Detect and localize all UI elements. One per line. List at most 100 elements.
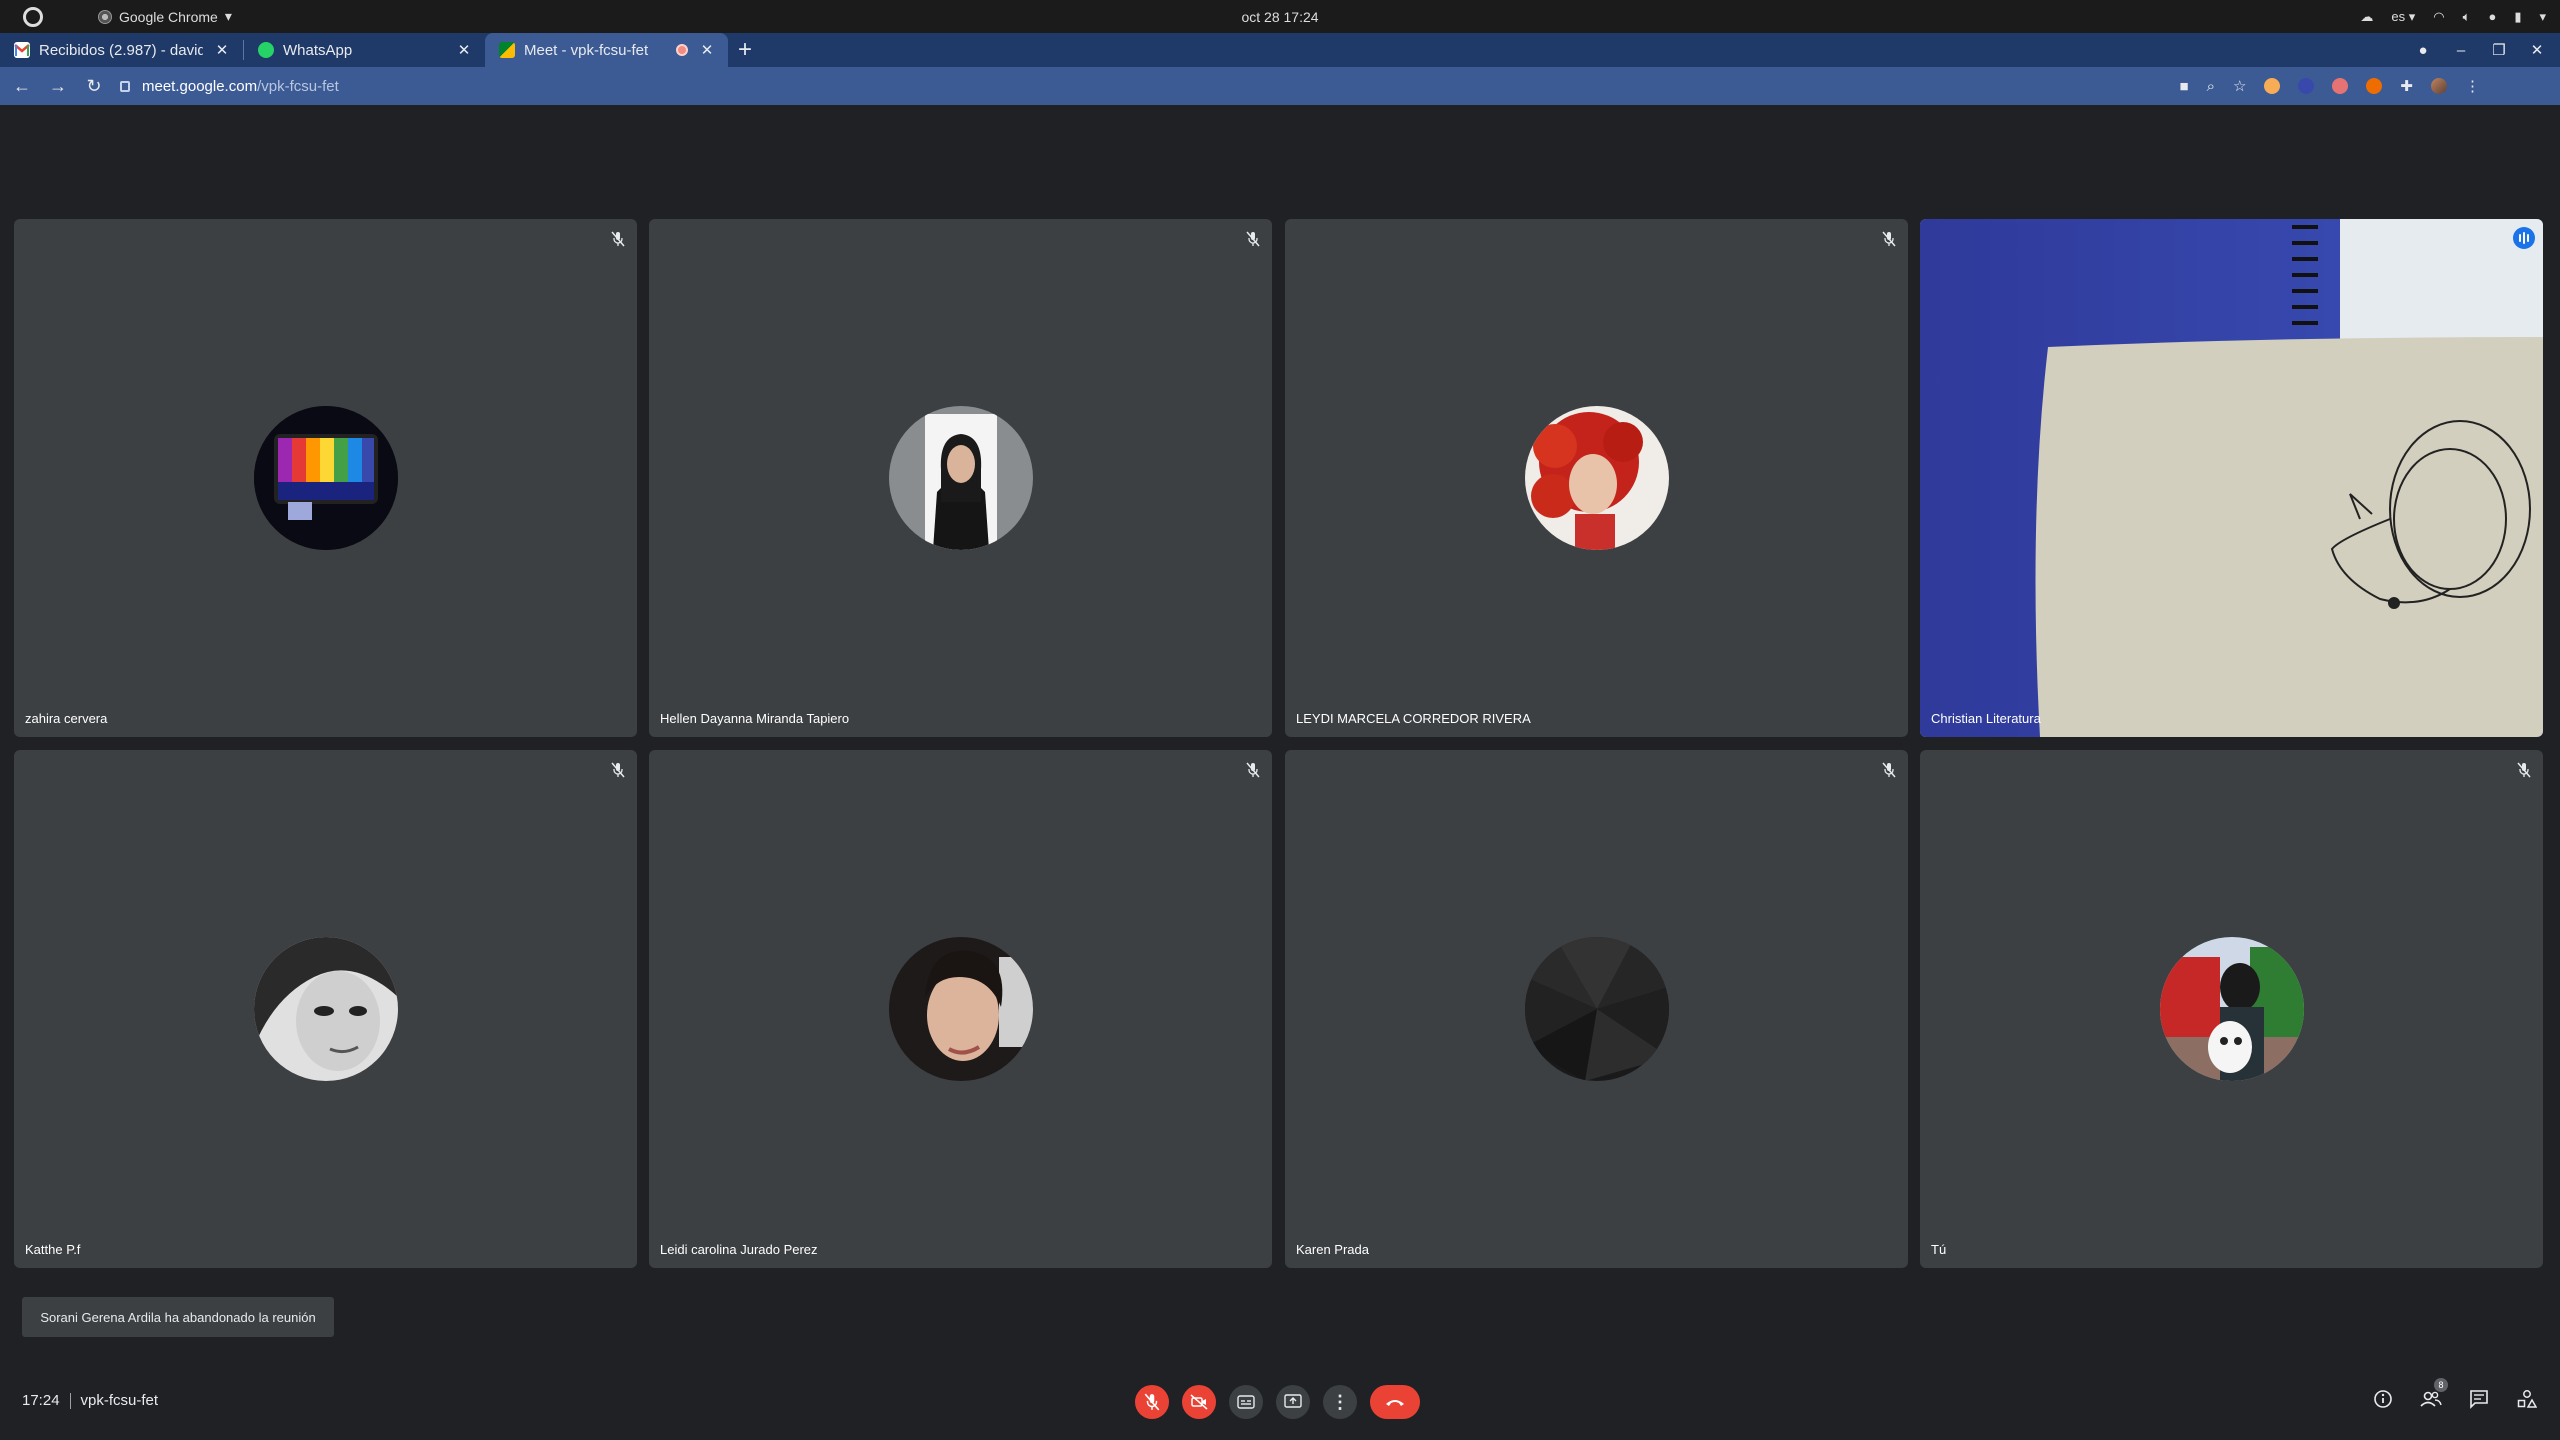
chrome-icon (98, 9, 112, 24)
bookmark-star-icon[interactable]: ☆ (2233, 77, 2246, 95)
extension-icon[interactable] (2366, 78, 2383, 94)
address-bar[interactable]: meet.google.com/vpk-fcsu-fet ■ ⌕ ☆ ✚ ⋮ (108, 72, 2480, 100)
meeting-code: vpk-fcsu-fet (80, 1392, 159, 1409)
close-tab-icon[interactable]: ✕ (213, 41, 231, 59)
camera-toggle-button[interactable] (1182, 1385, 1216, 1419)
chevron-down-icon: ▾ (224, 8, 232, 24)
volume-icon: 🔈︎ (2462, 8, 2471, 24)
restore-icon[interactable]: ❐ (2490, 41, 2508, 59)
tab-title: WhatsApp (283, 41, 353, 59)
zoom-icon[interactable]: ⌕ (2207, 78, 2215, 95)
omnibox-actions: ■ ⌕ ☆ ✚ ⋮ (2180, 72, 2481, 100)
muted-mic-icon (1882, 231, 1896, 247)
browser-toolbar: ← → ↻ meet.google.com/vpk-fcsu-fet ■ ⌕ ☆… (0, 67, 2560, 105)
muted-mic-icon (2517, 762, 2531, 778)
forward-icon[interactable]: → (40, 76, 76, 97)
participant-tile[interactable]: Karen Prada (1285, 750, 1908, 1268)
lock-icon[interactable] (120, 80, 130, 92)
participant-count-badge: 8 (2434, 1378, 2448, 1392)
participant-video (1920, 219, 2543, 737)
system-tray[interactable]: ☁ es ▾ ◠ 🔈︎ ● ▮ ▾ (2360, 0, 2546, 33)
participant-tile[interactable]: Hellen Dayanna Miranda Tapiero (649, 219, 1272, 737)
minimize-icon[interactable]: – (2452, 42, 2470, 59)
muted-mic-icon (1246, 762, 1260, 778)
meet-icon (499, 42, 515, 58)
activities-button[interactable] (2516, 1388, 2538, 1410)
more-options-button[interactable]: ⋮ (1323, 1385, 1357, 1419)
recording-indicator-icon (676, 44, 688, 56)
extension-icon[interactable] (2332, 78, 2349, 94)
tab-gmail[interactable]: Recibidos (2.987) - david.p ✕ (0, 33, 243, 67)
tab-title: Meet - vpk-fcsu-fet (524, 41, 649, 59)
muted-mic-icon (611, 231, 625, 247)
side-panel-controls: 8 (2372, 1378, 2538, 1410)
back-icon[interactable]: ← (4, 76, 40, 97)
extension-icon[interactable] (2264, 78, 2281, 94)
kebab-menu-icon[interactable]: ⋮ (2465, 77, 2480, 95)
whatsapp-icon (258, 42, 274, 58)
window-controls: ● – ❐ ✕ (2414, 33, 2560, 67)
participant-tile[interactable]: zahira cervera (14, 219, 637, 737)
participant-tile[interactable]: LEYDI MARCELA CORREDOR RIVERA (1285, 219, 1908, 737)
url-host: meet.google.com (142, 77, 258, 95)
muted-mic-icon (611, 762, 625, 778)
people-button[interactable]: 8 (2420, 1378, 2448, 1410)
kebab-menu-icon: ⋮ (1331, 1391, 1349, 1412)
notification-toast: Sorani Gerena Ardila ha abandonado la re… (22, 1297, 334, 1337)
close-window-icon[interactable]: ✕ (2528, 41, 2546, 59)
close-tab-icon[interactable]: ✕ (698, 41, 716, 59)
participant-tile-self[interactable]: Tú (1920, 750, 2543, 1268)
microphone-toggle-button[interactable] (1135, 1385, 1169, 1419)
os-top-bar: Google Chrome ▾ oct 28 17:24 ☁ es ▾ ◠ 🔈︎… (0, 0, 2560, 33)
tab-search-icon[interactable]: ● (2414, 42, 2432, 59)
present-screen-button[interactable] (1276, 1385, 1310, 1419)
camera-off-icon (1190, 1394, 1208, 1410)
people-icon (2420, 1391, 2442, 1407)
captions-button[interactable] (1229, 1385, 1263, 1419)
participant-tile[interactable]: Leidi carolina Jurado Perez (649, 750, 1272, 1268)
app-menu[interactable]: Google Chrome ▾ (98, 8, 232, 25)
reload-icon[interactable]: ↻ (76, 76, 112, 97)
avatar (1524, 937, 1669, 1081)
language-indicator[interactable]: es ▾ (2391, 9, 2415, 25)
puzzle-icon[interactable]: ✚ (2400, 77, 2413, 95)
weather-icon[interactable]: ☁ (2360, 9, 2373, 25)
tab-meet[interactable]: Meet - vpk-fcsu-fet ✕ (485, 33, 728, 67)
meeting-details: 17:24 vpk-fcsu-fet (22, 1392, 158, 1409)
activities-icon (2517, 1390, 2537, 1408)
avatar (1524, 406, 1669, 550)
profile-avatar[interactable] (2431, 78, 2447, 94)
close-tab-icon[interactable]: ✕ (455, 41, 473, 59)
leave-call-button[interactable] (1370, 1385, 1420, 1419)
participant-name: Tú (1931, 1242, 1947, 1257)
new-tab-button[interactable]: + (728, 33, 762, 67)
chat-icon (2470, 1390, 2488, 1409)
participant-name: Christian Literatura (1931, 711, 2041, 726)
participant-name: Hellen Dayanna Miranda Tapiero (660, 711, 850, 726)
captions-icon (1237, 1395, 1255, 1409)
participant-video-tile[interactable]: Christian Literatura (1920, 219, 2543, 737)
avatar (888, 406, 1033, 550)
clock[interactable]: oct 28 17:24 (0, 9, 2560, 25)
meeting-details-button[interactable] (2372, 1388, 2394, 1410)
hang-up-icon (1386, 1400, 1404, 1406)
participant-name: zahira cervera (25, 711, 108, 726)
app-menu-label: Google Chrome (119, 8, 218, 25)
participant-name: Karen Prada (1296, 1242, 1369, 1257)
participant-tile[interactable]: Katthe P.f (14, 750, 637, 1268)
camera-in-use-icon[interactable]: ■ (2180, 78, 2189, 95)
present-icon (1284, 1394, 1302, 1408)
activities-icon[interactable] (23, 6, 43, 27)
language-label: es (2391, 8, 2406, 24)
muted-mic-icon (1246, 231, 1260, 247)
muted-mic-icon (1882, 762, 1896, 778)
chat-button[interactable] (2468, 1388, 2490, 1410)
tab-strip: Recibidos (2.987) - david.p ✕ WhatsApp ✕… (0, 33, 2560, 67)
avatar (888, 937, 1033, 1081)
tab-title: Recibidos (2.987) - david.p (39, 41, 203, 59)
avatar (253, 406, 398, 550)
meeting-time: 17:24 (22, 1392, 60, 1409)
power-menu-icon[interactable]: ▾ (2539, 9, 2546, 25)
extension-icon[interactable] (2298, 78, 2315, 94)
tab-whatsapp[interactable]: WhatsApp ✕ (244, 33, 485, 67)
